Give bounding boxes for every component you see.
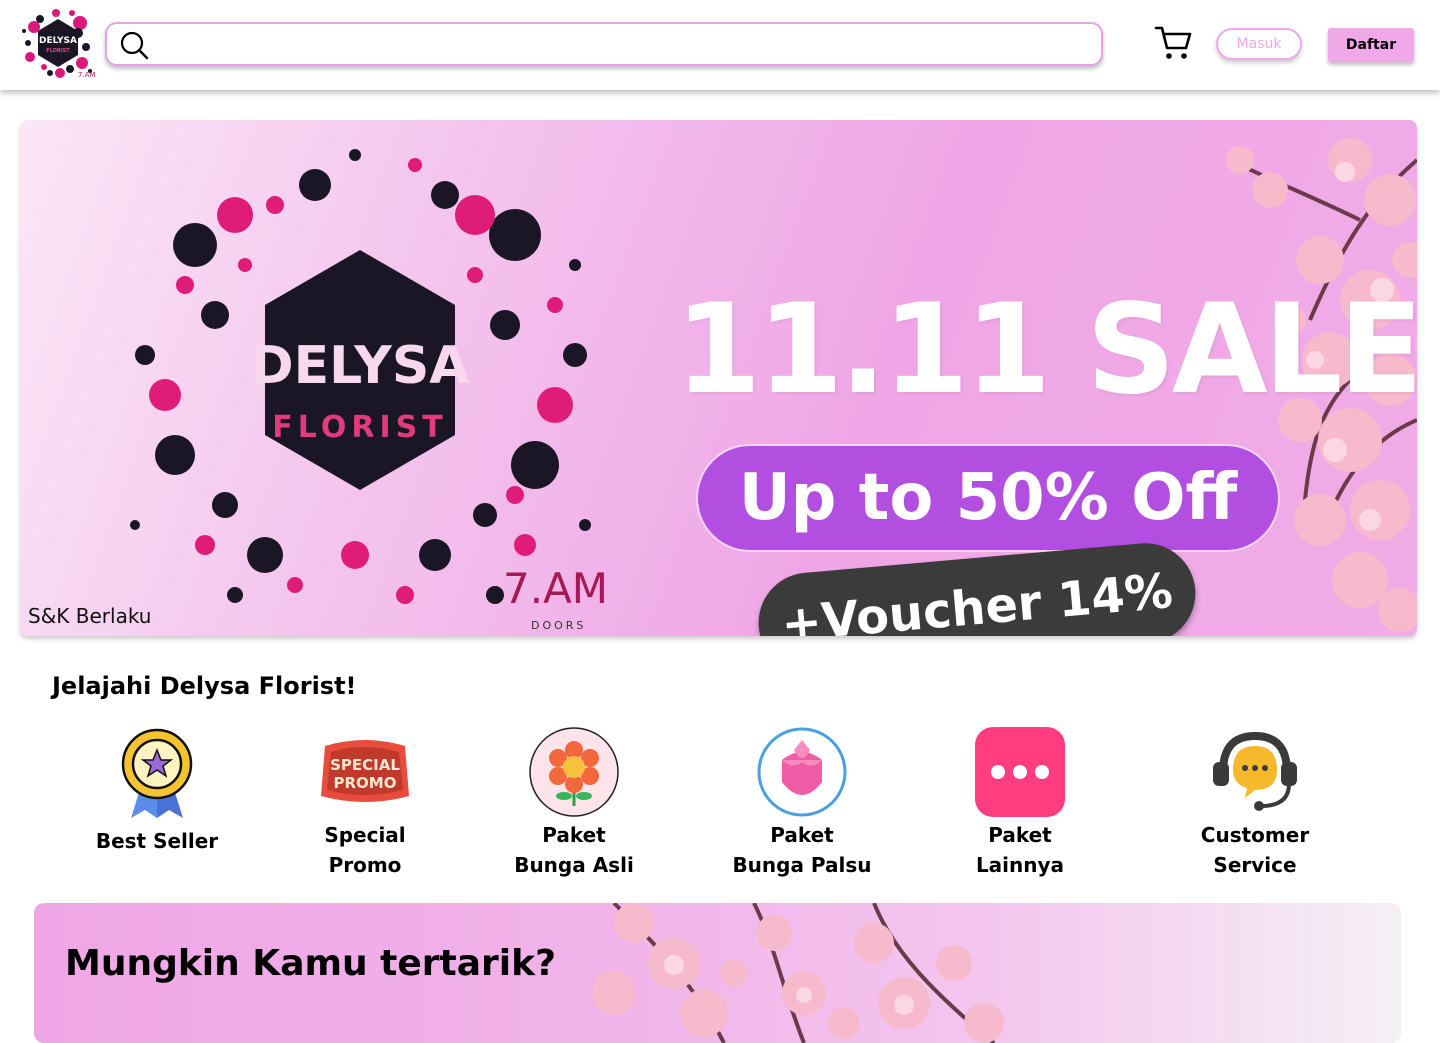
login-button[interactable]: Masuk (1216, 28, 1302, 60)
real-flower-icon (528, 726, 620, 818)
hero-banner[interactable]: DELYSA FLORIST 7.AM DOORS 11.11 SALE! Up… (20, 120, 1417, 636)
search-icon[interactable] (119, 30, 149, 60)
more-dots-icon (974, 726, 1066, 818)
search-bar[interactable] (105, 22, 1103, 66)
svg-text:DELYSA: DELYSA (39, 36, 77, 46)
category-label: Best Seller (95, 829, 219, 853)
search-input[interactable] (159, 30, 1079, 58)
category-label-line1: Paket (988, 823, 1052, 847)
category-label-line1: Paket (542, 823, 606, 847)
svg-text:PROMO: PROMO (334, 774, 397, 792)
category-label-line1: Special (324, 823, 406, 847)
sale-headline: 11.11 SALE! (675, 278, 1417, 422)
top-header: DELYSA FLORIST 7.AM Masuk Daftar (0, 0, 1440, 90)
svg-text:7.AM: 7.AM (503, 564, 605, 613)
recommendation-title: Mungkin Kamu tertarik? (65, 943, 556, 984)
voucher-pill: +Voucher 14% (754, 539, 1200, 636)
special-promo-icon: SPECIAL PROMO (319, 726, 411, 818)
cherry-blossom-illustration (592, 903, 1004, 1043)
terms-note: S&K Berlaku (28, 604, 152, 628)
category-label-line1: Paket (770, 823, 834, 847)
svg-text:FLORIST: FLORIST (272, 410, 447, 445)
artificial-tulip-icon (756, 726, 848, 818)
svg-text:DELYSA: DELYSA (250, 336, 469, 396)
svg-text:DOORS: DOORS (531, 619, 586, 632)
register-button[interactable]: Daftar (1328, 28, 1414, 62)
category-label-line2: Service (1213, 853, 1297, 877)
explore-section-title: Jelajahi Delysa Florist! (52, 672, 357, 700)
category-label-line2: Lainnya (975, 853, 1065, 877)
recommendation-banner: Mungkin Kamu tertarik? (34, 903, 1401, 1043)
discount-pill: Up to 50% Off (696, 444, 1280, 552)
customer-service-headset-icon (1209, 726, 1301, 818)
category-customer-service[interactable]: Customer Service (1175, 726, 1335, 880)
banner-brand-logo: DELYSA FLORIST 7.AM DOORS (130, 149, 605, 632)
category-label-line2: Bunga Asli (514, 853, 634, 877)
brand-logo[interactable]: DELYSA FLORIST 7.AM (20, 5, 96, 85)
category-best-seller[interactable]: Best Seller (77, 726, 237, 856)
category-special-promo[interactable]: SPECIAL PROMO Special Promo (285, 726, 445, 880)
category-other-packages[interactable]: Paket Lainnya (940, 726, 1100, 880)
svg-text:FLORIST: FLORIST (46, 48, 70, 54)
category-label-line2: Bunga Palsu (732, 853, 872, 877)
category-real-flowers[interactable]: Paket Bunga Asli (494, 726, 654, 880)
cart-icon[interactable] (1154, 25, 1192, 61)
best-seller-medal-icon (111, 726, 203, 818)
category-label-line2: Promo (328, 853, 402, 877)
svg-text:7.AM: 7.AM (78, 71, 96, 79)
category-label-line1: Customer (1200, 823, 1310, 847)
svg-text:SPECIAL: SPECIAL (330, 756, 400, 774)
category-artificial-flowers[interactable]: Paket Bunga Palsu (722, 726, 882, 880)
